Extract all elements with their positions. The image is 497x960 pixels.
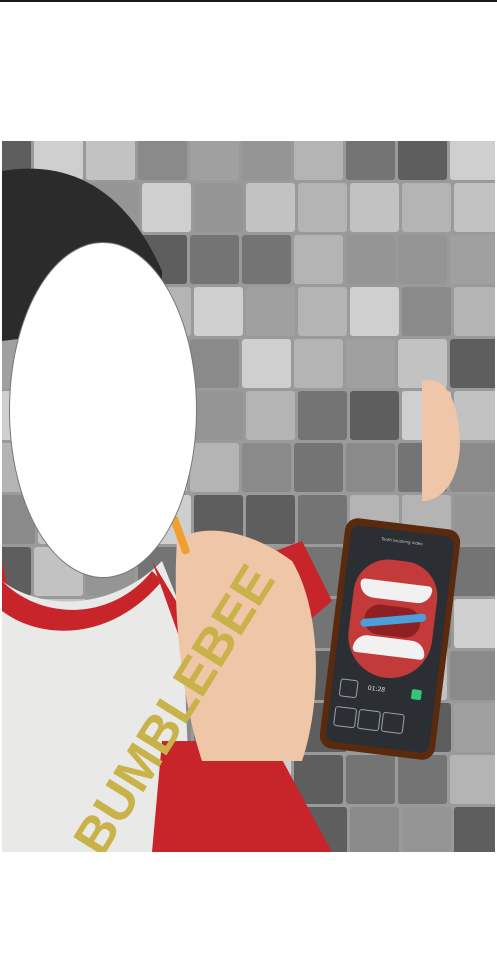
face-blur-mask (9, 242, 197, 578)
control-icon (380, 711, 405, 735)
app-title: Tooth brushing video (380, 536, 424, 547)
top-border (0, 0, 497, 2)
photo: BUMBLEBEE Tooth brushing video 01:28 (2, 141, 495, 852)
timer: 01:28 (367, 684, 386, 694)
control-icon (333, 705, 358, 729)
stop-icon (338, 678, 359, 699)
pause-icon (410, 689, 422, 701)
mouth-illustration (343, 555, 442, 683)
control-icon (356, 708, 382, 732)
phone-screen: Tooth brushing video 01:28 (325, 524, 455, 754)
